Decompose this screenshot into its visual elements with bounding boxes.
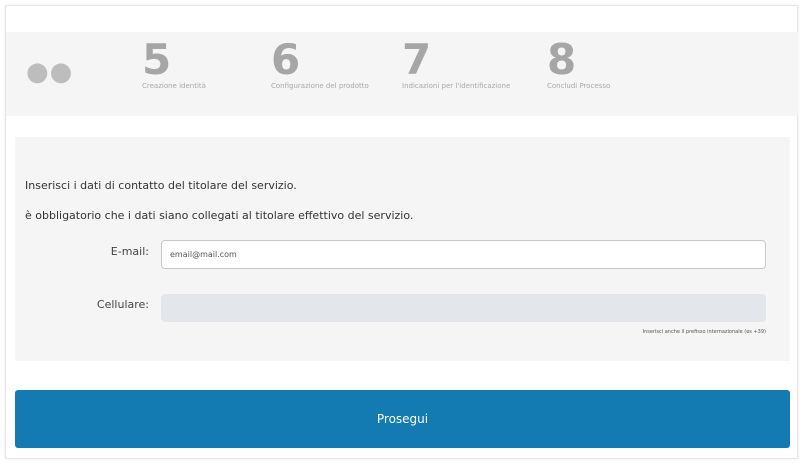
- step-number: 8: [547, 35, 577, 84]
- step-number: 7: [402, 35, 432, 84]
- progress-stepper: ●● 5 Creazione identità 6 Configurazione…: [6, 32, 798, 116]
- step-label: Configurazione del prodotto: [271, 82, 369, 90]
- previous-steps-ellipsis: ●●: [26, 57, 74, 87]
- step-5: 5 Creazione identità: [142, 35, 206, 91]
- mobile-hint: Inserisci anche il prefisso internaziona…: [642, 329, 766, 335]
- step-7: 7 Indicazioni per l'identificazione: [402, 35, 511, 91]
- intro-text: Inserisci i dati di contatto del titolar…: [25, 179, 297, 192]
- step-label: Indicazioni per l'identificazione: [402, 82, 511, 90]
- step-number: 6: [271, 35, 301, 84]
- mobile-input[interactable]: [161, 294, 766, 322]
- requirement-text: è obbligatorio che i dati siano collegat…: [25, 209, 414, 222]
- step-8: 8 Concludi Processo: [547, 35, 611, 91]
- email-label: E-mail:: [110, 245, 149, 258]
- step-label: Creazione identità: [142, 82, 206, 90]
- step-6: 6 Configurazione del prodotto: [271, 35, 369, 91]
- step-number: 5: [142, 35, 172, 84]
- step-label: Concludi Processo: [547, 82, 611, 90]
- continue-button[interactable]: Prosegui: [15, 390, 790, 448]
- contact-form-panel: Inserisci i dati di contatto del titolar…: [15, 137, 790, 361]
- email-input[interactable]: [161, 240, 766, 269]
- mobile-label: Cellulare:: [96, 298, 149, 311]
